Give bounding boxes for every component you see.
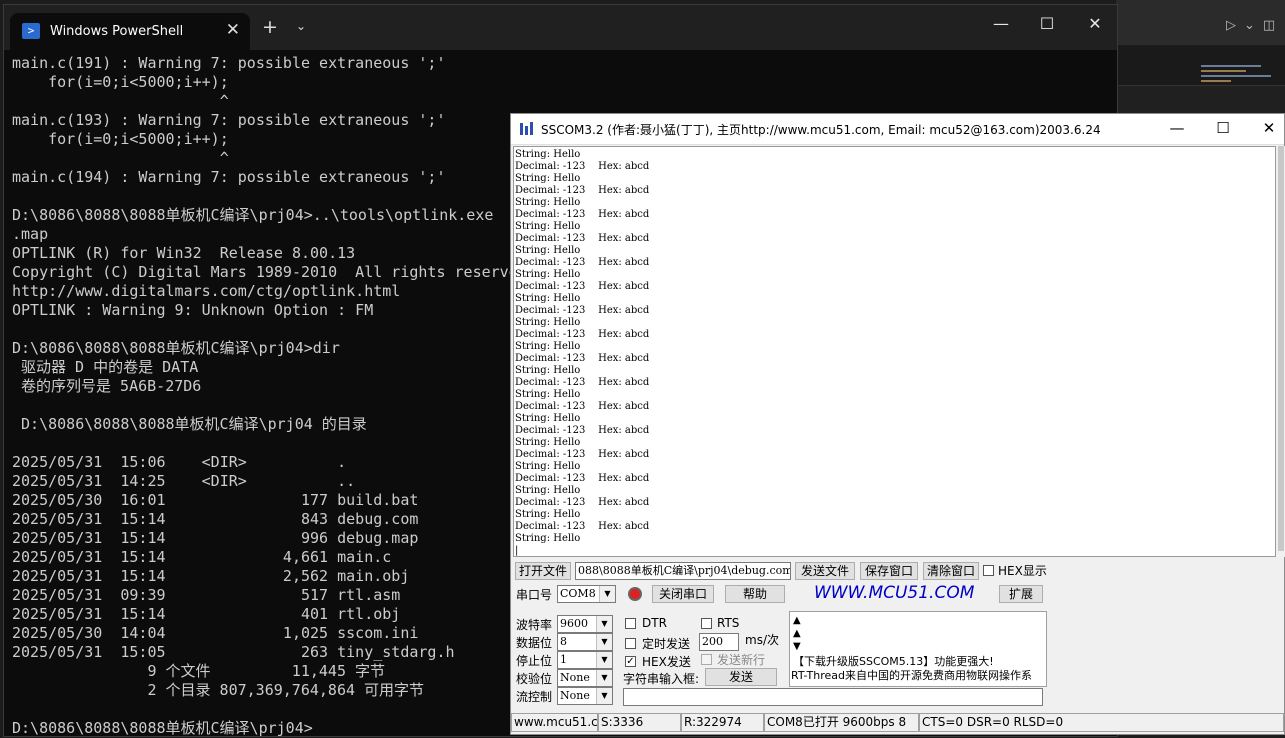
receive-scrollbar[interactable] — [1277, 146, 1285, 557]
chevron-down-icon[interactable]: ▼ — [596, 688, 612, 704]
hex-display-label: HEX显示 — [998, 564, 1047, 578]
hex-send-checkbox[interactable]: ✓ — [625, 656, 636, 667]
chevron-down-icon[interactable]: ▼ — [596, 616, 612, 632]
parity-label: 校验位 — [516, 672, 553, 686]
stopbits-select[interactable]: 1 ▼ — [557, 651, 613, 669]
help-button[interactable]: 帮助 — [725, 585, 785, 603]
file-path-field[interactable]: 088\8088单板机C编译\prj04\debug.com — [575, 562, 791, 580]
chevron-down-icon[interactable]: ⌄ — [1244, 18, 1255, 33]
send-newline-label: 发送新行 — [717, 653, 766, 667]
receive-area[interactable]: String: Hello Decimal: -123 Hex: abcd St… — [513, 146, 1276, 557]
port-select[interactable]: COM8 ▼ — [557, 585, 616, 603]
chevron-down-icon[interactable]: ▼ — [596, 670, 612, 686]
string-input-field[interactable] — [623, 688, 1043, 706]
timed-send-label: 定时发送 — [642, 637, 691, 651]
status-send-count: S:3336 — [598, 713, 681, 732]
maximize-button[interactable]: ☐ — [1032, 14, 1062, 33]
new-tab-button[interactable]: + — [262, 16, 278, 38]
chevron-down-icon[interactable]: ▼ — [596, 634, 612, 650]
port-label: 串口号 — [516, 588, 553, 602]
flow-label: 流控制 — [516, 690, 553, 704]
status-line-signals: CTS=0 DSR=0 RLSD=0 — [919, 713, 1284, 732]
stopbits-label: 停止位 — [516, 654, 553, 668]
sscom-maximize-button[interactable]: ☐ — [1208, 119, 1238, 137]
tab-title: Windows PowerShell — [50, 24, 184, 39]
run-icon[interactable]: ▷ — [1226, 18, 1236, 33]
interval-unit: ms/次 — [745, 633, 779, 647]
timed-send-checkbox[interactable] — [625, 638, 636, 649]
advertisement-box: ▲ ▲ ▼ 【下载升级版SSCOM5.13】功能更强大! RT-Thread来自… — [789, 611, 1047, 687]
close-port-button[interactable]: 关闭串口 — [652, 585, 714, 603]
rts-checkbox[interactable] — [701, 618, 712, 629]
sscom-titlebar: SSCOM3.2 (作者:聂小猛(丁丁), 主页http://www.mcu51… — [511, 114, 1284, 145]
expand-button[interactable]: 扩展 — [999, 585, 1043, 603]
flow-value: None — [560, 689, 590, 702]
send-button[interactable]: 发送 — [705, 668, 777, 686]
port-status-led-icon — [628, 587, 642, 601]
status-port-info: COM8已打开 9600bps 8 — [764, 713, 919, 732]
console-output[interactable]: main.c(191) : Warning 7: possible extran… — [12, 54, 518, 738]
chevron-down-icon[interactable]: ▼ — [599, 586, 615, 602]
tab-close-icon[interactable]: ✕ — [226, 20, 240, 40]
hex-display-checkbox[interactable] — [983, 565, 994, 576]
received-text: String: Hello Decimal: -123 Hex: abcd St… — [515, 149, 650, 556]
sscom-title: SSCOM3.2 (作者:聂小猛(丁丁), 主页http://www.mcu51… — [541, 123, 1101, 137]
port-value: COM8 — [560, 587, 596, 600]
save-window-button[interactable]: 保存窗口 — [860, 562, 918, 580]
sscom-close-button[interactable]: ✕ — [1254, 119, 1284, 137]
flow-select[interactable]: None ▼ — [557, 687, 613, 705]
databits-label: 数据位 — [516, 636, 553, 650]
powershell-icon: > — [22, 23, 40, 39]
minimize-button[interactable]: — — [986, 14, 1016, 33]
status-site: www.mcu51.cor — [511, 713, 598, 732]
send-newline-checkbox[interactable] — [701, 654, 712, 665]
sscom-window: SSCOM3.2 (作者:聂小猛(丁丁), 主页http://www.mcu51… — [510, 113, 1285, 735]
sscom-minimize-button[interactable]: — — [1162, 119, 1192, 137]
website-link[interactable]: WWW.MCU51.COM — [814, 583, 974, 603]
background-editor-minimap — [1116, 45, 1285, 86]
status-receive-count: R:322974 — [681, 713, 764, 732]
powershell-titlebar: > Windows PowerShell ✕ + ⌄ — ☐ ✕ — [4, 5, 1117, 50]
powershell-tab[interactable]: > Windows PowerShell ✕ — [10, 13, 250, 50]
databits-select[interactable]: 8 ▼ — [557, 633, 613, 651]
databits-value: 8 — [560, 635, 567, 648]
string-input-label: 字符串输入框: — [623, 672, 700, 686]
baud-select[interactable]: 9600 ▼ — [557, 615, 613, 633]
interval-input[interactable]: 200 — [699, 633, 739, 651]
rtthread-link[interactable]: RT-Thread来自中国的开源免费商用物联网操作系 — [791, 668, 1032, 684]
clear-window-button[interactable]: 清除窗口 — [923, 562, 979, 580]
dtr-label: DTR — [642, 616, 667, 630]
sscom-logo-icon — [520, 122, 533, 135]
dtr-checkbox[interactable] — [625, 618, 636, 629]
stopbits-value: 1 — [560, 653, 567, 666]
split-editor-icon[interactable]: ◫ — [1263, 18, 1275, 33]
hex-send-label: HEX发送 — [642, 655, 691, 669]
background-run-icons: ▷ ⌄ ◫ — [1226, 18, 1283, 33]
baud-label: 波特率 — [516, 618, 553, 632]
parity-select[interactable]: None ▼ — [557, 669, 613, 687]
scrollbar-thumb[interactable] — [1278, 146, 1284, 551]
chevron-down-icon[interactable]: ▼ — [596, 652, 612, 668]
arrow-down-icon[interactable]: ▼ — [793, 639, 801, 655]
rts-label: RTS — [717, 616, 740, 630]
open-file-button[interactable]: 打开文件 — [515, 562, 571, 580]
close-button[interactable]: ✕ — [1080, 14, 1110, 33]
baud-value: 9600 — [560, 617, 588, 630]
tab-dropdown-button[interactable]: ⌄ — [296, 19, 306, 33]
send-file-button[interactable]: 发送文件 — [795, 562, 855, 580]
parity-value: None — [560, 671, 590, 684]
